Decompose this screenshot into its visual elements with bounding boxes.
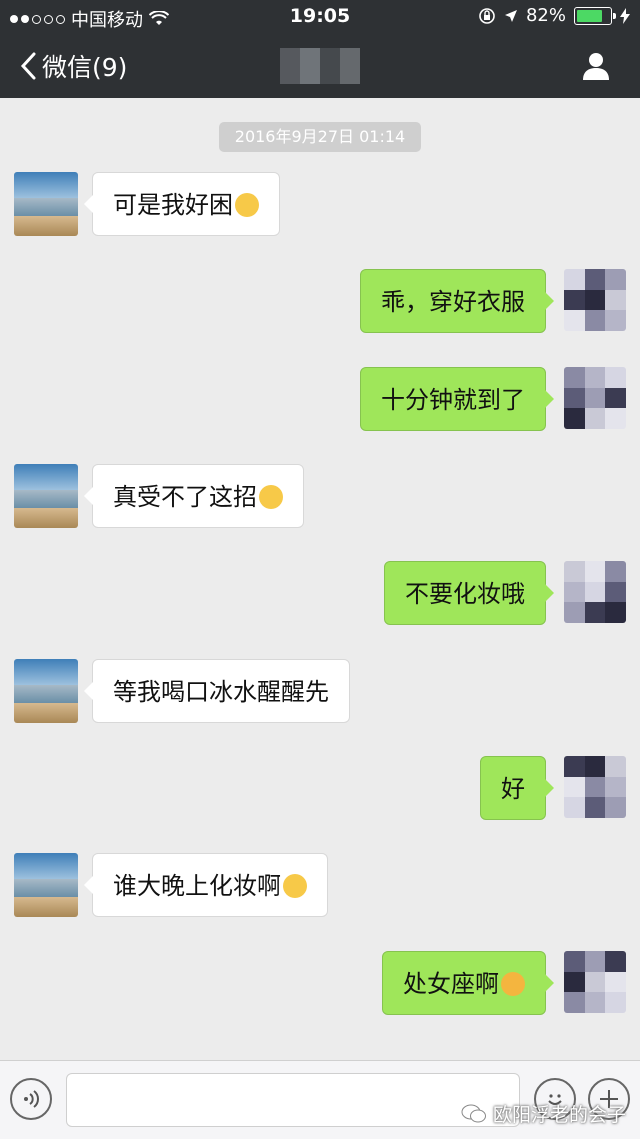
message-text: 十分钟就到了 (381, 386, 525, 414)
chat-title-blurred (280, 48, 360, 84)
avatar-pixel (605, 289, 626, 311)
avatar-pixel (605, 310, 626, 331)
avatar-pixel (584, 992, 606, 1013)
avatar-pixel (564, 581, 585, 603)
avatar-pixel (564, 992, 585, 1013)
message-text: 好 (501, 775, 525, 803)
message-text: 可是我好困 (113, 191, 233, 219)
back-label: 微信(9) (42, 53, 128, 82)
battery-icon (574, 6, 616, 25)
voice-button[interactable] (10, 1078, 52, 1120)
avatar-pixel (584, 289, 606, 311)
avatar-pixel (605, 776, 626, 798)
avatar-pixel (584, 971, 606, 993)
avatar-pixel (605, 951, 626, 972)
contact-avatar[interactable] (14, 172, 78, 236)
message-text: 等我喝口冰水醒醒先 (113, 678, 329, 706)
location-icon (504, 9, 517, 22)
user-avatar[interactable] (564, 367, 626, 429)
avatar-pixel (584, 269, 606, 290)
avatar-pixel (584, 367, 606, 388)
avatar-pixel (605, 756, 626, 777)
contact-avatar[interactable] (14, 464, 78, 528)
user-avatar[interactable] (564, 561, 626, 623)
message-bubble[interactable]: 等我喝口冰水醒醒先 (84, 659, 350, 723)
avatar-pixel (564, 797, 585, 818)
navigation-bar: 微信(9) (0, 32, 640, 98)
message-text: 乖，穿好衣服 (381, 288, 525, 316)
avatar-pixel (605, 561, 626, 582)
contact-avatar[interactable] (14, 853, 78, 917)
rotation-lock-icon (479, 7, 495, 24)
avatar-pixel (584, 797, 606, 818)
avatar-pixel (605, 581, 626, 603)
avatar-pixel (605, 367, 626, 388)
flushed-face-icon (235, 193, 259, 217)
message-bubble[interactable]: 处女座啊 (382, 951, 554, 1015)
user-avatar[interactable] (564, 269, 626, 331)
avatar-pixel (605, 992, 626, 1013)
wechat-logo-icon (461, 1104, 486, 1122)
avatar-pixel (564, 289, 585, 311)
avatar-pixel (605, 269, 626, 290)
avatar-pixel (584, 310, 606, 331)
avatar-pixel (584, 387, 606, 409)
avatar-pixel (584, 408, 606, 429)
avatar-pixel (564, 756, 585, 777)
avatar-pixel (564, 971, 585, 993)
avatar-pixel (584, 581, 606, 603)
status-bar: 中国移动 19:05 82% (0, 0, 640, 32)
message-bubble[interactable]: 十分钟就到了 (360, 367, 554, 431)
avatar-pixel (564, 367, 585, 388)
avatar-pixel (564, 561, 585, 582)
charging-icon (620, 7, 630, 24)
avatar-pixel (584, 776, 606, 798)
avatar-pixel (564, 387, 585, 409)
avatar-pixel (564, 951, 585, 972)
message-bubble[interactable]: 不要化妆哦 (384, 561, 554, 625)
avatar-pixel (605, 797, 626, 818)
status-right: 82% (478, 5, 630, 26)
avatar-pixel (564, 776, 585, 798)
battery-percent: 82% (525, 5, 566, 26)
avatar-pixel (605, 387, 626, 409)
avatar-pixel (564, 602, 585, 623)
contact-avatar[interactable] (14, 659, 78, 723)
avatar-pixel (584, 602, 606, 623)
avatar-pixel (584, 561, 606, 582)
watermark: 欧阳浮老的会子 (461, 1100, 626, 1127)
avatar-pixel (605, 602, 626, 623)
watermark-text: 欧阳浮老的会子 (492, 1104, 626, 1126)
crying-face-icon (259, 485, 283, 509)
voice-icon (24, 1090, 39, 1108)
message-bubble[interactable]: 可是我好困 (84, 172, 280, 236)
chat-area[interactable]: 2016年9月27日 01:14 可是我好困 乖，穿好衣服 十分钟就到了 真受不… (0, 98, 640, 1060)
timestamp: 2016年9月27日 01:14 (219, 122, 421, 152)
chevron-left-icon (20, 52, 36, 80)
message-bubble[interactable]: 好 (480, 756, 554, 820)
avatar-pixel (564, 310, 585, 331)
avatar-pixel (584, 756, 606, 777)
flushed-face-icon (283, 874, 307, 898)
user-avatar[interactable] (564, 951, 626, 1013)
person-icon[interactable] (580, 50, 612, 82)
message-text: 真受不了这招 (113, 483, 257, 511)
avatar-pixel (564, 269, 585, 290)
message-text: 谁大晚上化妆啊 (113, 872, 281, 900)
avatar-pixel (564, 408, 585, 429)
avatar-pixel (584, 951, 606, 972)
back-button[interactable]: 微信(9) (18, 48, 127, 84)
message-bubble[interactable]: 真受不了这招 (84, 464, 304, 528)
message-bubble[interactable]: 谁大晚上化妆啊 (84, 853, 328, 917)
avatar-pixel (605, 408, 626, 429)
message-input[interactable] (66, 1073, 520, 1127)
message-bubble[interactable]: 乖，穿好衣服 (360, 269, 554, 333)
message-text: 处女座啊 (403, 970, 499, 998)
top-bar: 中国移动 19:05 82% 微信(9) (0, 0, 640, 98)
user-avatar[interactable] (564, 756, 626, 818)
avatar-pixel (605, 971, 626, 993)
heart-eyes-face-icon (501, 972, 525, 996)
message-text: 不要化妆哦 (405, 580, 525, 608)
